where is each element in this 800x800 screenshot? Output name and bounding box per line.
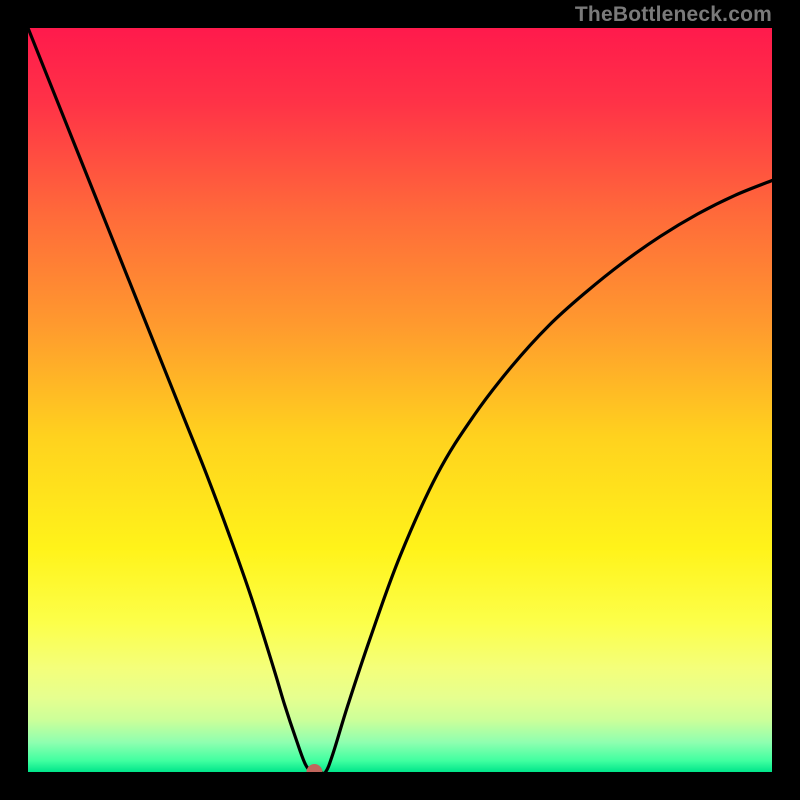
marker-dot xyxy=(306,764,322,772)
plot-area xyxy=(28,28,772,772)
chart-frame: TheBottleneck.com xyxy=(0,0,800,800)
curve-layer xyxy=(28,28,772,772)
bottleneck-curve-path xyxy=(28,28,772,772)
watermark-label: TheBottleneck.com xyxy=(575,3,772,27)
